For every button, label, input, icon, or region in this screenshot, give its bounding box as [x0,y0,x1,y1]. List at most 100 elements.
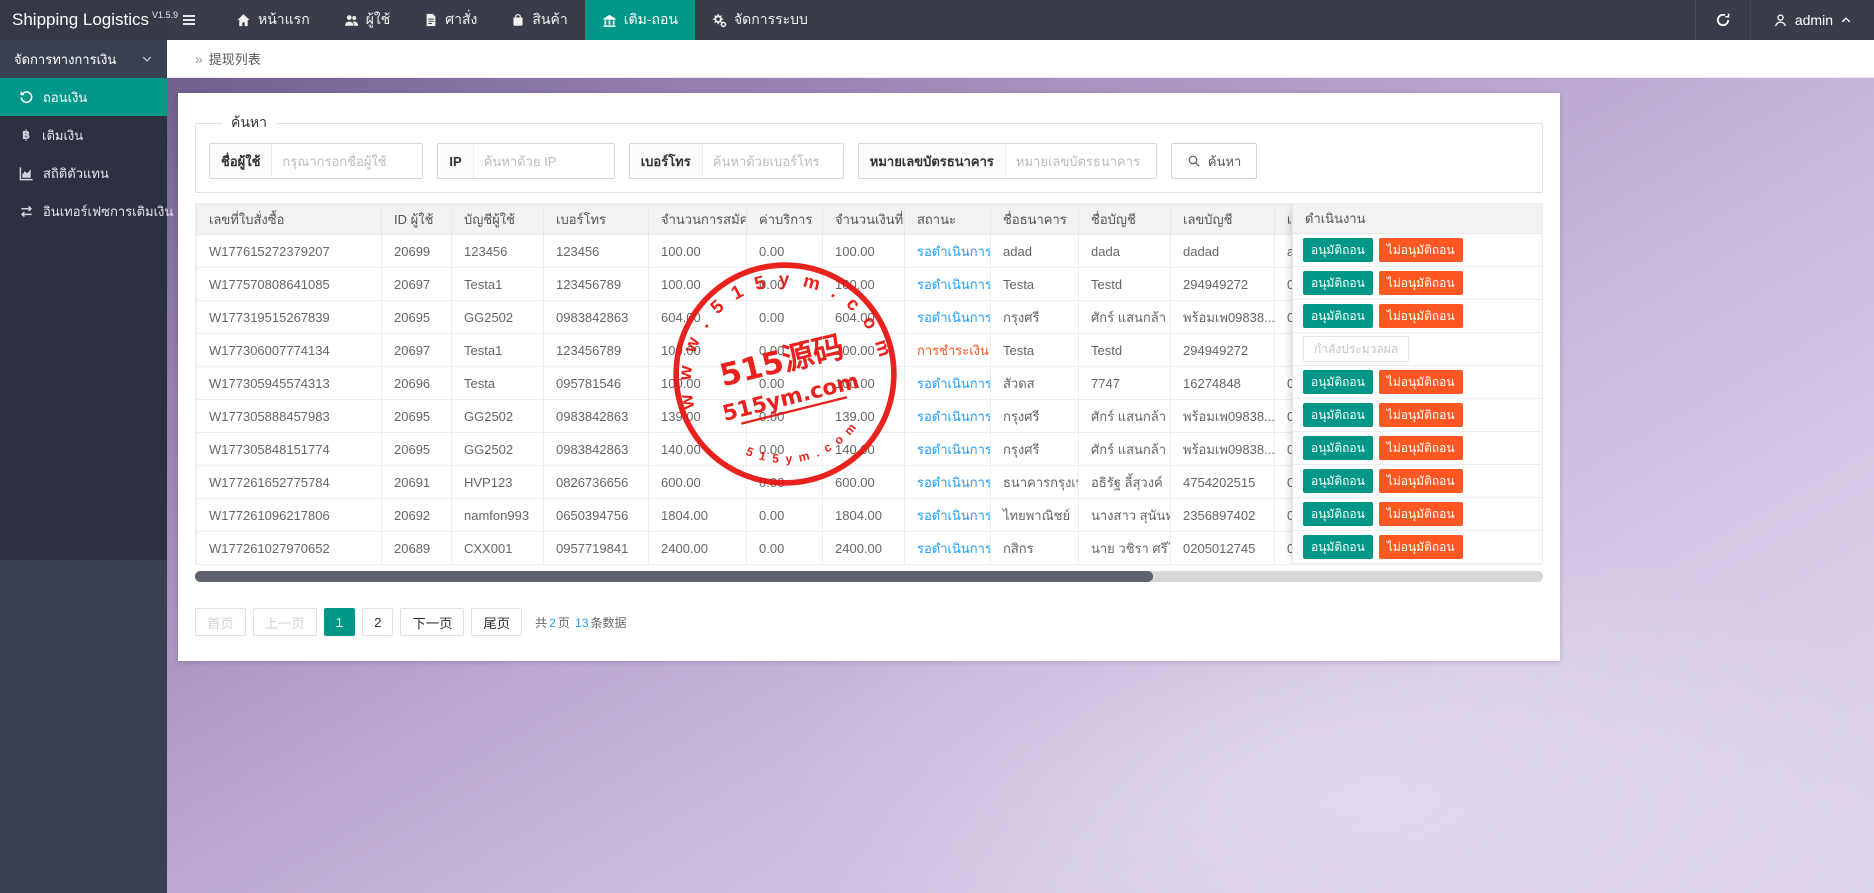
cell-fee: 0.00 [747,466,823,499]
nav-item-home[interactable]: หน้าแรก [219,0,327,40]
status-link[interactable]: รอดำเนินการ [917,244,991,259]
search-input-1[interactable] [474,144,614,178]
reject-withdraw-button[interactable]: ไม่อนุมัติถอน [1379,469,1463,493]
cell-status: รอดำเนินการ [905,466,991,499]
approve-withdraw-button[interactable]: อนุมัติถอน [1303,502,1373,526]
reject-withdraw-button[interactable]: ไม่อนุมัติถอน [1379,370,1463,394]
status-link[interactable]: รอดำเนินการ [917,310,991,325]
cell-account: 123456 [452,235,544,268]
horizontal-scrollbar-track[interactable] [195,571,1543,582]
reject-withdraw-button[interactable]: ไม่อนุมัติถอน [1379,403,1463,427]
nav-item-gears[interactable]: จัดการระบบ [695,0,825,40]
sidebar-item-label: สถิติตัวแทน [43,163,109,184]
cell-net: 604.00 [823,301,905,334]
sidebar-group-finance[interactable]: จัดการทางการเงิน [0,40,167,78]
nav-item-label: ผู้ใช้ [366,9,391,31]
action-rows: อนุมัติถอนไม่อนุมัติถอนอนุมัติถอนไม่อนุม… [1293,234,1542,564]
approve-withdraw-button[interactable]: อนุมัติถอน [1303,436,1373,460]
action-row: อนุมัติถอนไม่อนุมัติถอน [1293,498,1542,531]
approve-withdraw-button[interactable]: อนุมัติถอน [1303,370,1373,394]
approve-withdraw-button[interactable]: อนุมัติถอน [1303,469,1373,493]
reject-withdraw-button[interactable]: ไม่อนุมัติถอน [1379,271,1463,295]
reject-withdraw-button[interactable]: ไม่อนุมัติถอน [1379,502,1463,526]
cell-fee: 0.00 [747,301,823,334]
action-row: อนุมัติถอนไม่อนุมัติถอน [1293,300,1542,333]
col-header: เบอร์โทร [544,205,649,235]
nav-item-bag[interactable]: สินค้า [494,0,584,40]
user-icon [1773,13,1788,28]
status-link[interactable]: รอดำเนินการ [917,277,991,292]
summary-number: 13 [573,616,590,630]
cell-apply: 2400.00 [649,532,747,565]
cell-status: การชำระเงินถูก... [905,334,991,367]
sidebar-item-exchange[interactable]: อินเทอร์เฟซการเติมเงิน [0,192,167,230]
status-link[interactable]: รอดำเนินการ [917,409,991,424]
sidebar-menu: ถอนเงินBเติมเงินสถิติตัวแทนอินเทอร์เฟซกา… [0,78,167,560]
approve-withdraw-button[interactable]: อนุมัติถอน [1303,238,1373,262]
nav-item-document[interactable]: ศาสั่ง [407,0,494,40]
col-header: บัญชีผู้ใช้ [452,205,544,235]
processing-button: กำลังประมวลผล [1303,336,1409,362]
action-row: อนุมัติถอนไม่อนุมัติถอน [1293,432,1542,465]
cell-account: GG2502 [452,301,544,334]
cell-uid: 20695 [382,433,452,466]
user-menu[interactable]: admin [1751,0,1874,40]
cell-number: dadad [1171,235,1275,268]
cell-fee: 0.00 [747,400,823,433]
cell-bank: กรุงศรี [991,301,1079,334]
nav-item-label: ศาสั่ง [445,9,477,31]
reject-withdraw-button[interactable]: ไม่อนุมัติถอน [1379,304,1463,328]
page-number-1[interactable]: 1 [324,608,355,636]
approve-withdraw-button[interactable]: อนุมัติถอน [1303,304,1373,328]
col-header: จำนวนการสมัคร [649,205,747,235]
cell-order: W177261652775784 [197,466,382,499]
status-link[interactable]: รอดำเนินการ [917,541,991,556]
approve-withdraw-button[interactable]: อนุมัติถอน [1303,403,1373,427]
page-next-button[interactable]: 下一页 [400,608,464,636]
sidebar-item-history[interactable]: ถอนเงิน [0,78,167,116]
status-link[interactable]: รอดำเนินการ [917,508,991,523]
cell-apply: 100.00 [649,268,747,301]
exchange-icon [19,204,34,219]
action-row: อนุมัติถอนไม่อนุมัติถอน [1293,531,1542,564]
nav-item-users[interactable]: ผู้ใช้ [327,0,408,40]
sidebar-toggle-button[interactable] [167,0,211,40]
summary-number: 2 [547,616,558,630]
topbar-right: admin [1695,0,1874,40]
cell-fee: 0.00 [747,433,823,466]
refresh-button[interactable] [1695,0,1751,40]
cell-name: ศักร์ แสนกล้า [1079,400,1171,433]
cell-bank: adad [991,235,1079,268]
status-link[interactable]: รอดำเนินการ [917,475,991,490]
cell-fee: 0.00 [747,235,823,268]
reject-withdraw-button[interactable]: ไม่อนุมัติถอน [1379,436,1463,460]
cell-phone: 0650394756 [544,499,649,532]
page-last-button[interactable]: 尾页 [471,608,522,636]
search-input-2[interactable] [703,144,843,178]
page-number-2[interactable]: 2 [362,608,393,636]
approve-withdraw-button[interactable]: อนุมัติถอน [1303,271,1373,295]
cell-fee: 0.00 [747,268,823,301]
cell-status: รอดำเนินการ [905,235,991,268]
status-link[interactable]: รอดำเนินการ [917,376,991,391]
sidebar-item-baht[interactable]: Bเติมเงิน [0,116,167,154]
cell-phone: 0983842863 [544,301,649,334]
search-input-0[interactable] [272,144,422,178]
cell-account: namfon993 [452,499,544,532]
approve-withdraw-button[interactable]: อนุมัติถอน [1303,535,1373,559]
nav-item-bank[interactable]: เติม-ถอน [585,0,695,40]
sidebar-item-chart[interactable]: สถิติตัวแทน [0,154,167,192]
sidebar-item-label: เติมเงิน [42,125,83,146]
cell-order: W177305888457983 [197,400,382,433]
search-row: ชื่อผู้ใช้IPเบอร์โทรหมายเลขบัตรธนาคาร ค้… [209,143,1529,179]
reject-withdraw-button[interactable]: ไม่อนุมัติถอน [1379,238,1463,262]
reject-withdraw-button[interactable]: ไม่อนุมัติถอน [1379,535,1463,559]
status-link[interactable]: รอดำเนินการ [917,442,991,457]
horizontal-scrollbar-thumb[interactable] [195,571,1153,582]
cell-uid: 20695 [382,400,452,433]
cell-net: 139.00 [823,400,905,433]
cell-number: 16274848 [1171,367,1275,400]
search-field-label: เบอร์โทร [630,144,703,178]
search-input-3[interactable] [1006,144,1156,178]
search-button[interactable]: ค้นหา [1171,143,1257,179]
